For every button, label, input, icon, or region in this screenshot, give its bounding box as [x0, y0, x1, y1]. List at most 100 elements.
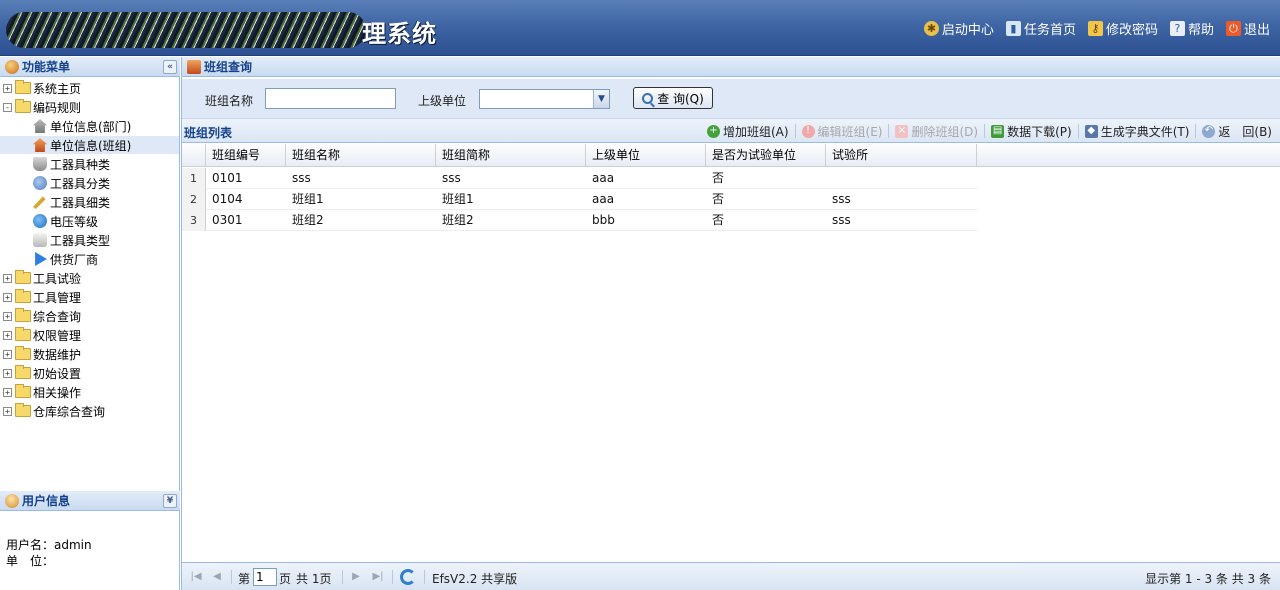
team-name-input[interactable] — [265, 88, 396, 109]
grid-toolbar: + 增加班组(A) ! 编辑班组(E) × 删除班组(D) ▤ 数据下载(P) … — [704, 123, 1275, 139]
next-page-icon[interactable]: ▶ — [349, 570, 363, 584]
header-nav: ✱ 启动中心 ▮ 任务首页 ⚷ 修改密码 ? 帮助 ⏻ 退出 — [923, 19, 1270, 38]
tree-item-general-query[interactable]: + 综合查询 — [0, 307, 179, 325]
nav-label: 修改密码 — [1105, 23, 1158, 38]
expand-icon[interactable]: + — [3, 349, 12, 359]
tree-label: 工器具分类 — [50, 176, 111, 191]
nav-help[interactable]: ? 帮助 — [1169, 19, 1214, 38]
data-download-button[interactable]: ▤ 数据下载(P) — [988, 123, 1075, 140]
menu-title: 功能菜单 — [22, 60, 71, 74]
toolbar-separator — [888, 124, 890, 138]
query-button[interactable]: 查 询(Q) — [633, 87, 713, 109]
cell-team-code: 0101 — [212, 171, 243, 185]
tree-label: 系统主页 — [33, 81, 82, 96]
folder-icon — [15, 289, 31, 303]
add-team-button[interactable]: + 增加班组(A) — [704, 123, 792, 140]
collapse-left-icon[interactable]: « — [163, 60, 177, 74]
parent-unit-select[interactable]: ▼ — [479, 89, 610, 109]
refresh-icon[interactable] — [400, 569, 416, 585]
nav-task-home[interactable]: ▮ 任务首页 — [1005, 19, 1076, 38]
parent-unit-label: 上级单位 — [418, 94, 467, 108]
tree-label: 工具管理 — [33, 290, 82, 305]
column-header[interactable]: 试验所 — [826, 144, 977, 167]
column-header[interactable]: 是否为试验单位 — [706, 144, 826, 167]
expand-icon[interactable]: + — [3, 368, 12, 378]
column-header[interactable]: 班组名称 — [286, 144, 436, 167]
left-panel: 功能菜单 « + 系统主页 - 编码规则 单位信息(部门) 单位信息(班组) 工… — [0, 57, 180, 590]
tree-label: 工器具细类 — [50, 195, 111, 210]
delete-icon: × — [895, 124, 909, 138]
nav-change-password[interactable]: ⚷ 修改密码 — [1087, 19, 1158, 38]
page-number-input[interactable]: 1 — [253, 568, 277, 586]
folder-icon — [15, 346, 31, 360]
nav-start-center[interactable]: ✱ 启动中心 — [923, 19, 994, 38]
expand-icon[interactable]: + — [3, 83, 12, 93]
tree-label: 权限管理 — [33, 328, 82, 343]
delete-team-button[interactable]: × 删除班组(D) — [892, 123, 981, 140]
tree-item-permissions[interactable]: + 权限管理 — [0, 326, 179, 344]
tree-item-warehouse-query[interactable]: + 仓库综合查询 — [0, 402, 179, 420]
cell-team-short: 班组2 — [442, 213, 474, 227]
prev-page-icon[interactable]: ◀ — [210, 570, 224, 584]
chevron-down-icon[interactable]: ▼ — [593, 90, 609, 108]
expand-icon[interactable]: + — [3, 387, 12, 397]
collapse-icon[interactable]: - — [3, 102, 12, 112]
back-button[interactable]: ↶ 返 回(B) — [1199, 123, 1275, 140]
column-header[interactable]: 上级单位 — [586, 144, 706, 167]
expand-icon[interactable]: + — [3, 406, 12, 416]
column-header[interactable]: 班组简称 — [436, 144, 586, 167]
tree-item-tool-subclass[interactable]: 工器具细类 — [0, 193, 179, 211]
page-suffix: 页 — [279, 572, 292, 586]
collapse-down-icon[interactable]: ¥ — [163, 494, 177, 508]
tree-item-initial-settings[interactable]: + 初始设置 — [0, 364, 179, 382]
folder-icon — [15, 403, 31, 417]
expand-icon[interactable]: + — [3, 273, 12, 283]
cell-test-station: sss — [832, 192, 851, 206]
first-page-icon[interactable]: |◀ — [189, 570, 203, 584]
tree-item-tool-class[interactable]: 工器具分类 — [0, 174, 179, 192]
cell-team-code: 0104 — [212, 192, 243, 206]
wrench-icon — [33, 196, 46, 209]
search-icon — [642, 92, 654, 104]
tree-item-supplier[interactable]: 供货厂商 — [0, 250, 179, 268]
column-header[interactable]: 班组编号 — [206, 144, 286, 167]
team-grid: 班组编号 班组名称 班组简称 上级单位 是否为试验单位 试验所 1 0101 s… — [182, 144, 1280, 562]
user-panel-title: 用户信息 — [22, 494, 71, 508]
expand-icon[interactable]: + — [3, 292, 12, 302]
tree-item-tool-type[interactable]: 工器具类型 — [0, 231, 179, 249]
pager-separator — [424, 570, 425, 584]
nav-exit[interactable]: ⏻ 退出 — [1225, 19, 1270, 38]
grid-title-bar: 班组列表 + 增加班组(A) ! 编辑班组(E) × 删除班组(D) ▤ 数据下… — [182, 119, 1280, 143]
toolbar-separator — [1077, 124, 1079, 138]
toolbar-separator — [984, 124, 986, 138]
expand-icon[interactable]: + — [3, 330, 12, 340]
query-bar: 班组名称 上级单位 ▼ 查 询(Q) — [182, 79, 1280, 119]
voltage-icon — [33, 214, 47, 228]
tree-label: 工器具种类 — [50, 157, 111, 172]
tree-item-data-maintenance[interactable]: + 数据维护 — [0, 345, 179, 363]
last-page-icon[interactable]: ▶| — [371, 570, 385, 584]
tree-item-related-operations[interactable]: + 相关操作 — [0, 383, 179, 401]
main-panel: 班组查询 班组名称 上级单位 ▼ 查 询(Q) 班组列表 + 增加班组(A) !… — [181, 57, 1280, 590]
tree-item-unit-team[interactable]: 单位信息(班组) — [0, 136, 179, 154]
tree-item-tool-test[interactable]: + 工具试验 — [0, 269, 179, 287]
cell-is-test-unit: 否 — [712, 213, 725, 227]
tree-item-coding-rules[interactable]: - 编码规则 — [0, 98, 179, 116]
table-row[interactable]: 1 0101 sss sss aaa 否 — [182, 168, 977, 189]
expand-icon[interactable]: + — [3, 311, 12, 321]
table-row[interactable]: 3 0301 班组2 班组2 bbb 否 sss — [182, 210, 977, 231]
tree-item-system-home[interactable]: + 系统主页 — [0, 79, 179, 97]
tree-item-voltage-level[interactable]: 电压等级 — [0, 212, 179, 230]
cell-test-station: sss — [832, 213, 851, 227]
edit-team-button[interactable]: ! 编辑班组(E) — [799, 123, 886, 140]
tree-item-tool-kind[interactable]: 工器具种类 — [0, 155, 179, 173]
tree-item-unit-dept[interactable]: 单位信息(部门) — [0, 117, 179, 135]
table-row[interactable]: 2 0104 班组1 班组1 aaa 否 sss — [182, 189, 977, 210]
generate-dict-button[interactable]: ◆ 生成字典文件(T) — [1082, 123, 1193, 140]
tree-item-tool-management[interactable]: + 工具管理 — [0, 288, 179, 306]
help-icon: ? — [1169, 21, 1185, 36]
paging-summary: 显示第 1 - 3 条 共 3 条 — [1145, 572, 1271, 586]
folder-icon — [15, 270, 31, 284]
toolbar-separator — [794, 124, 796, 138]
nav-label: 启动中心 — [941, 23, 994, 38]
